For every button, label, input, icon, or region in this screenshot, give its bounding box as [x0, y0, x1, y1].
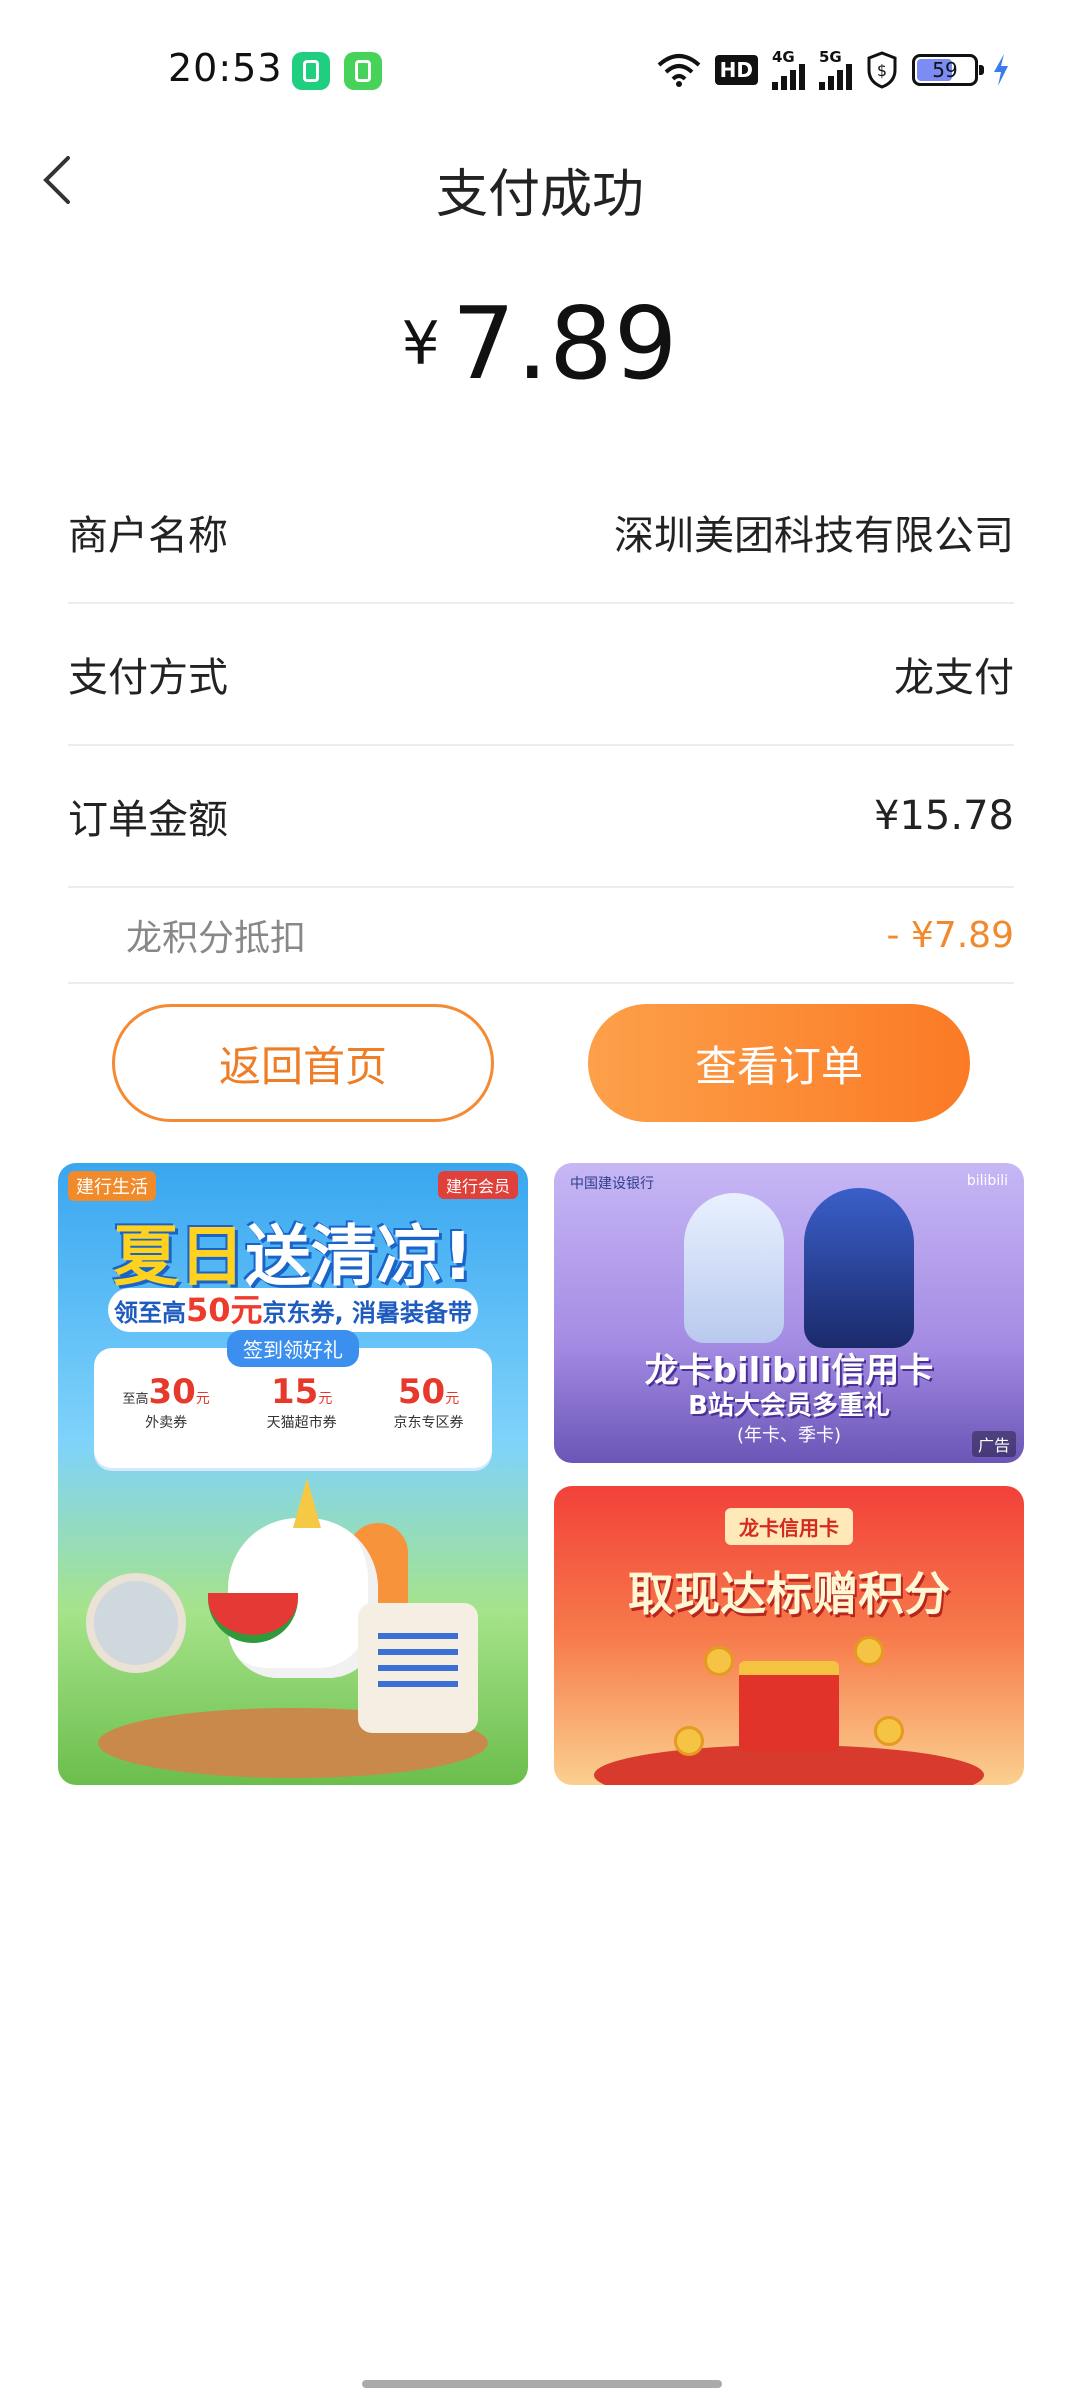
- paid-amount: ¥7.89: [0, 285, 1080, 402]
- ad-title: 取现达标赠积分: [628, 1567, 950, 1621]
- hd-voice-icon: HD: [714, 55, 758, 85]
- bilibili-logo: bilibili: [966, 1173, 1008, 1189]
- ad-banner-cash-points[interactable]: 龙卡信用卡 取现达标赠积分: [554, 1486, 1024, 1785]
- amount-value: 7.89: [451, 285, 679, 402]
- detail-label: 支付方式: [68, 655, 228, 701]
- message-app-icon: [344, 52, 382, 90]
- ad-title: 夏日送清凉!: [58, 1203, 528, 1299]
- detail-row-order-amount: 订单金额 ¥15.78: [68, 746, 1014, 888]
- coupon-panel: 签到领好礼 至高30元 外卖券 15元 天猫超市券 50元 京东专区券: [94, 1330, 492, 1468]
- stage-illustration: [594, 1745, 984, 1785]
- currency-symbol: ¥: [401, 309, 440, 379]
- coin-illustration: [704, 1646, 734, 1676]
- member-tag: 建行会员: [437, 1171, 518, 1199]
- ad-subtitle-pre: 领至高: [113, 1299, 186, 1327]
- sign-in-tag: 签到领好礼: [227, 1330, 359, 1367]
- status-icons: HD 4G 5G $ 59: [657, 48, 1010, 92]
- shield-dollar-icon: $: [866, 50, 898, 90]
- air-cooler-illustration: [358, 1603, 478, 1733]
- coupon-unit: 元: [195, 1391, 210, 1407]
- ad-subtitle-amount: 50元: [185, 1291, 263, 1329]
- coupon-prefix: 至高: [122, 1392, 149, 1407]
- detail-value: 深圳美团科技有限公司: [614, 513, 1014, 559]
- nav-header: 支付成功: [0, 130, 1080, 230]
- detail-row-payment-method: 支付方式 龙支付: [68, 604, 1014, 746]
- status-bar: 20:53 HD 4G 5G $ 59: [0, 0, 1080, 140]
- brand-tag: 建行生活: [68, 1171, 156, 1201]
- signal-4g-icon: 4G: [772, 50, 805, 90]
- payment-details: 商户名称 深圳美团科技有限公司 支付方式 龙支付 订单金额 ¥15.78 龙积分…: [68, 462, 1014, 984]
- coin-illustration: [854, 1636, 884, 1666]
- coupon-item: 至高30元 外卖券: [122, 1372, 209, 1432]
- ad-subtitle: 领至高50元京东券, 消暑装备带回家: [108, 1288, 478, 1371]
- coupon-item: 50元 京东专区券: [394, 1372, 464, 1432]
- coupon-item: 15元 天猫超市券: [267, 1372, 337, 1432]
- coupon-label: 京东专区券: [393, 1415, 464, 1431]
- card-tag: 龙卡信用卡: [725, 1508, 853, 1545]
- coupon-unit: 元: [445, 1391, 460, 1407]
- coupon-label: 外卖券: [145, 1415, 188, 1431]
- battery-icon: 59: [912, 54, 984, 86]
- svg-text:$: $: [877, 61, 887, 80]
- detail-label: 订单金额: [68, 797, 228, 843]
- signal-5g-icon: 5G: [819, 50, 852, 90]
- coupon-amount: 15: [270, 1372, 319, 1412]
- fan-illustration: [86, 1573, 186, 1673]
- detail-row-points-deduction: 龙积分抵扣 - ¥7.89: [68, 888, 1014, 984]
- wifi-icon: [657, 50, 701, 90]
- gift-box-illustration: [739, 1661, 839, 1751]
- coin-illustration: [874, 1716, 904, 1746]
- detail-value: ¥15.78: [874, 793, 1014, 839]
- coin-illustration: [674, 1726, 704, 1756]
- charging-icon: [992, 50, 1010, 90]
- return-home-button[interactable]: 返回首页: [112, 1004, 494, 1122]
- home-indicator[interactable]: [362, 2380, 722, 2388]
- coupon-amount: 50: [397, 1372, 446, 1412]
- character-illustration: [804, 1188, 914, 1348]
- ad-subtitle-note: (年卡、季卡): [736, 1425, 842, 1446]
- ad-title-highlight: 夏日: [112, 1218, 245, 1295]
- character-illustration: [684, 1193, 784, 1343]
- view-order-button[interactable]: 查看订单: [588, 1004, 970, 1122]
- signal-5g-label: 5G: [819, 48, 842, 66]
- deduction-value: - ¥7.89: [886, 914, 1015, 956]
- coupon-unit: 元: [318, 1391, 333, 1407]
- deduction-label: 龙积分抵扣: [126, 918, 307, 959]
- battery-saver-app-icon: [292, 52, 330, 90]
- detail-row-merchant: 商户名称 深圳美团科技有限公司: [68, 462, 1014, 604]
- ad-label: 广告: [971, 1431, 1016, 1457]
- status-time: 20:53: [168, 46, 283, 90]
- ad-title-rest: 送清凉!: [244, 1218, 474, 1295]
- page-title: 支付成功: [435, 165, 644, 225]
- detail-value: 龙支付: [894, 655, 1014, 701]
- signal-4g-label: 4G: [772, 48, 795, 66]
- bank-logo: 中国建设银行: [570, 1176, 654, 1192]
- coupon-label: 天猫超市券: [266, 1415, 337, 1431]
- unicorn-horn-illustration: [293, 1478, 321, 1528]
- coupon-amount: 30: [148, 1372, 196, 1412]
- ad-subtitle: B站大会员多重礼: [688, 1391, 890, 1421]
- ad-banner-bilibili-card[interactable]: 中国建设银行 bilibili 龙卡bilibili信用卡 B站大会员多重礼 (…: [554, 1163, 1024, 1463]
- ad-banner-summer[interactable]: 建行生活 建行会员 夏日送清凉! 领至高50元京东券, 消暑装备带回家 签到领好…: [58, 1163, 528, 1785]
- battery-level: 59: [932, 58, 958, 82]
- detail-label: 商户名称: [68, 513, 228, 559]
